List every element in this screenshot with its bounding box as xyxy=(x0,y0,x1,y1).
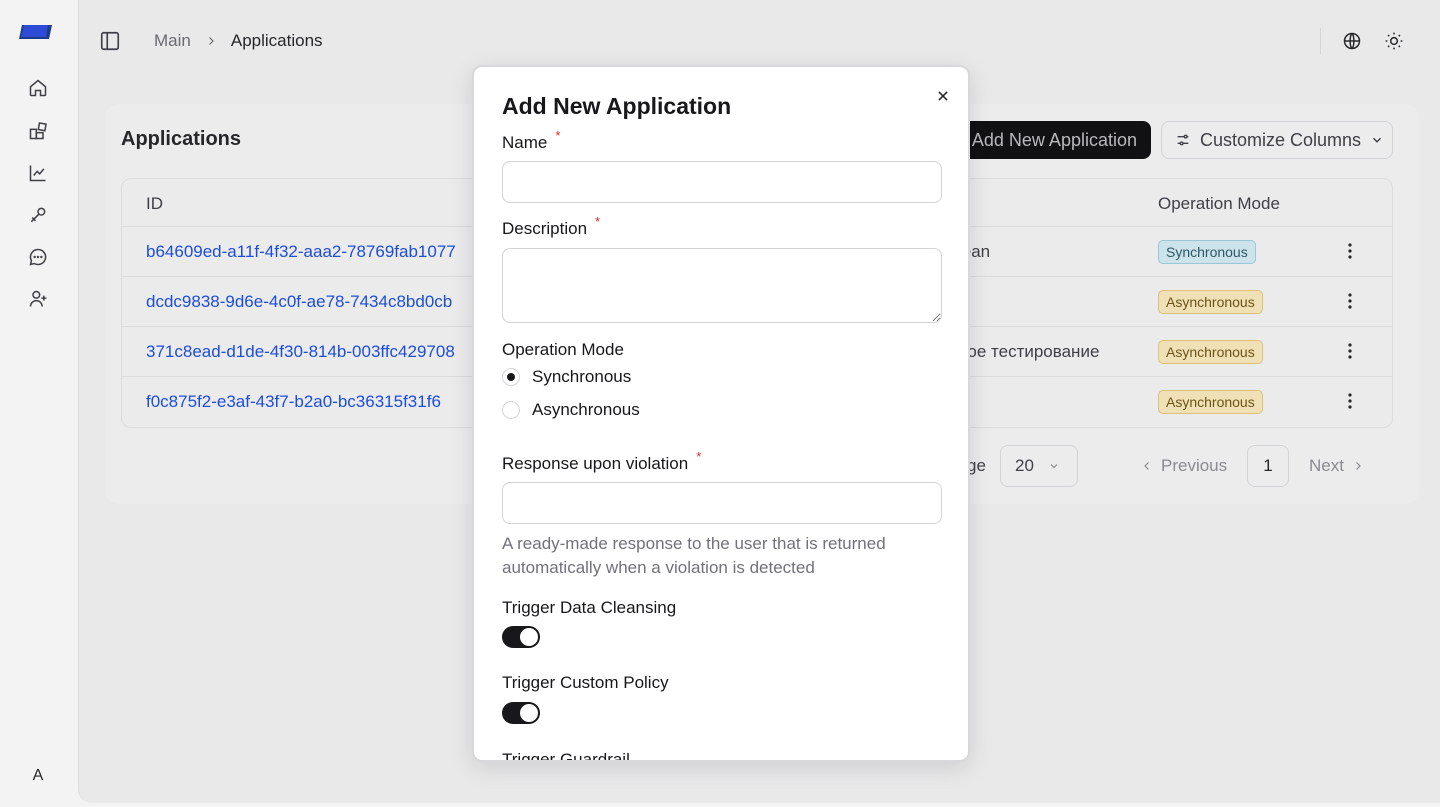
chat-icon[interactable] xyxy=(26,245,50,269)
status-badge: Asynchronous xyxy=(1158,290,1263,314)
sun-icon[interactable] xyxy=(1382,29,1406,53)
custom-policy-label: Trigger Custom Policy xyxy=(502,673,669,692)
radio-synchronous-label: Synchronous xyxy=(532,367,632,386)
breadcrumb-current: Applications xyxy=(230,31,323,50)
avatar[interactable]: A xyxy=(22,760,54,792)
status-badge: Asynchronous xyxy=(1158,390,1263,414)
chevron-left-icon xyxy=(1144,462,1149,470)
data-cleansing-label: Trigger Data Cleansing xyxy=(502,598,677,617)
description-field[interactable] xyxy=(502,248,942,323)
response-label-text: Response upon violation xyxy=(502,454,689,473)
name-label-text: Name xyxy=(502,133,548,152)
breadcrumb: Main Applications xyxy=(154,31,323,51)
divider xyxy=(1320,28,1321,54)
key-icon[interactable] xyxy=(26,203,50,227)
description-label-text: Description xyxy=(502,219,588,238)
dialog-title: Add New Application xyxy=(502,93,732,119)
logo-icon[interactable] xyxy=(18,22,54,42)
rows-per-page-value: 20 xyxy=(1015,456,1034,475)
sidebar-toggle-icon[interactable] xyxy=(99,30,121,52)
radio-synchronous[interactable]: Synchronous xyxy=(502,367,631,387)
operation-mode-label: Operation Mode xyxy=(502,340,624,359)
chevron-down-icon xyxy=(1373,137,1382,143)
guardrail-label: Trigger Guardrail xyxy=(502,750,630,762)
application-id-link[interactable]: f0c875f2-e3af-43f7-b2a0-bc36315f31f6 xyxy=(146,392,441,412)
more-vertical-icon[interactable] xyxy=(1340,240,1360,262)
customize-columns-button[interactable]: Customize Columns xyxy=(1161,121,1393,159)
chevron-right-icon xyxy=(1356,462,1361,470)
application-description: ное тестирование xyxy=(958,342,1100,361)
response-field[interactable] xyxy=(502,482,942,524)
application-id-link[interactable]: dcdc9838-9d6e-4c0f-ae78-7434c8bd0cb xyxy=(146,292,452,312)
sliders-icon xyxy=(1177,134,1189,146)
description-label: Description * xyxy=(502,214,600,239)
next-label: Next xyxy=(1309,456,1344,475)
more-vertical-icon[interactable] xyxy=(1340,390,1360,412)
application-id-link[interactable]: 371c8ead-d1de-4f30-814b-003ffc429708 xyxy=(146,342,455,362)
next-page-button[interactable]: Next xyxy=(1309,456,1364,476)
response-help-text: A ready-made response to the user that i… xyxy=(502,534,886,577)
status-badge: Synchronous xyxy=(1158,240,1256,264)
breadcrumb-main[interactable]: Main xyxy=(154,31,191,51)
apps-icon[interactable] xyxy=(26,119,50,143)
name-field[interactable] xyxy=(502,161,942,203)
required-mark: * xyxy=(595,214,601,229)
custom-policy-toggle[interactable] xyxy=(502,702,540,724)
required-mark: * xyxy=(555,128,561,143)
response-label: Response upon violation * xyxy=(502,449,701,474)
radio-asynchronous-label: Asynchronous xyxy=(532,400,640,419)
application-id-link[interactable]: b64609ed-a11f-4f32-aaa2-78769fab1077 xyxy=(146,242,456,262)
column-header-id[interactable]: ID xyxy=(146,194,163,214)
previous-page-button[interactable]: Previous xyxy=(1141,456,1227,476)
globe-icon[interactable] xyxy=(1340,29,1364,53)
user-plus-icon[interactable] xyxy=(26,287,50,311)
chevron-down-icon xyxy=(1050,464,1058,469)
column-header-mode[interactable]: Operation Mode xyxy=(1158,194,1280,214)
rows-per-page-select[interactable]: 20 xyxy=(1000,445,1078,487)
customize-columns-label: Customize Columns xyxy=(1200,129,1362,150)
page-title: Applications xyxy=(121,128,242,150)
home-icon[interactable] xyxy=(26,76,50,100)
add-application-dialog: Add New Application Name * Description * O… xyxy=(472,65,970,762)
previous-label: Previous xyxy=(1161,456,1228,475)
nav-rail: A xyxy=(0,0,76,807)
more-vertical-icon[interactable] xyxy=(1340,290,1360,312)
chart-icon[interactable] xyxy=(26,161,50,185)
more-vertical-icon[interactable] xyxy=(1340,340,1360,362)
radio-button[interactable] xyxy=(502,401,520,419)
radio-asynchronous[interactable]: Asynchronous xyxy=(502,400,640,420)
radio-button-selected[interactable] xyxy=(502,368,520,386)
close-icon[interactable] xyxy=(932,85,954,107)
status-badge: Asynchronous xyxy=(1158,340,1263,364)
name-label: Name * xyxy=(502,128,560,153)
chevron-right-icon xyxy=(205,35,217,47)
data-cleansing-toggle[interactable] xyxy=(502,626,540,648)
required-mark: * xyxy=(696,449,702,464)
page-number-button[interactable]: 1 xyxy=(1247,445,1289,487)
